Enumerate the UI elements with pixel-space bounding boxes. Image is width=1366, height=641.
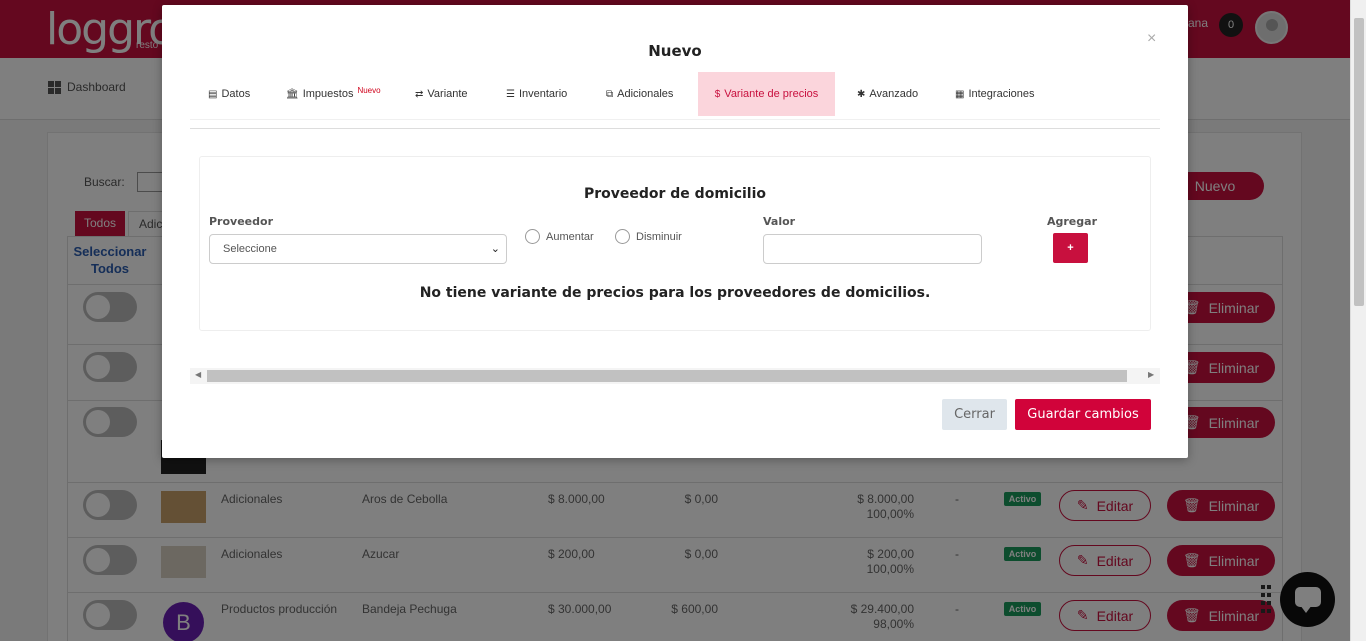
gear-icon: ✱ <box>857 88 866 100</box>
provider-select-value: Seleccione <box>223 243 277 255</box>
modal-tabs: ▤ Datos 🏛 Impuestos Nuevo ⇄ Variante ☰ In… <box>190 72 1160 120</box>
value-label: Valor <box>763 215 796 228</box>
radio-circle[interactable] <box>615 229 630 244</box>
tabs-divider <box>190 128 1160 129</box>
scroll-right-icon[interactable]: ▶ <box>1148 370 1154 379</box>
grid-icon: ▦ <box>955 88 965 100</box>
section-title: Proveedor de domicilio <box>583 186 767 202</box>
scroll-left-icon[interactable]: ◀ <box>195 370 201 379</box>
tab-integraciones[interactable]: ▦ Integraciones <box>939 72 1051 116</box>
radio-circle[interactable] <box>525 229 540 244</box>
new-badge: Nuevo <box>357 85 381 95</box>
tab-variante-de-precios[interactable]: $ Variante de precios <box>698 72 835 116</box>
add-label: Agregar <box>1047 215 1097 228</box>
dollar-icon: $ <box>714 88 721 100</box>
tab-datos[interactable]: ▤ Datos <box>192 72 266 116</box>
add-button[interactable]: + <box>1053 233 1088 263</box>
provider-select[interactable]: Seleccione ⌄ <box>209 234 507 264</box>
horizontal-scrollbar-thumb[interactable] <box>207 370 1127 382</box>
radio-aumentar[interactable]: Aumentar <box>525 229 594 244</box>
exchange-icon: ⇄ <box>415 88 424 100</box>
product-modal: Nuevo × ▤ Datos 🏛 Impuestos Nuevo ⇄ Varia… <box>162 5 1188 458</box>
empty-message: No tiene variante de precios para los pr… <box>419 285 931 301</box>
page-scrollbar[interactable] <box>1350 0 1366 641</box>
delivery-provider-card: Proveedor de domicilio Proveedor Selecci… <box>199 156 1151 331</box>
list-icon: ☰ <box>506 88 515 100</box>
radio-disminuir[interactable]: Disminuir <box>615 229 682 244</box>
tab-avanzado[interactable]: ✱ Avanzado <box>841 72 934 116</box>
tab-impuestos[interactable]: 🏛 Impuestos Nuevo <box>270 72 397 116</box>
close-button[interactable]: Cerrar <box>942 399 1007 430</box>
table-icon: ▤ <box>208 88 218 100</box>
provider-label: Proveedor <box>209 215 273 228</box>
value-input[interactable] <box>763 234 982 264</box>
page-scrollbar-thumb[interactable] <box>1354 18 1364 306</box>
chevron-down-icon: ⌄ <box>490 243 500 255</box>
bank-icon: 🏛 <box>286 88 299 100</box>
horizontal-scrollbar[interactable]: ◀ ▶ <box>190 368 1160 384</box>
copy-icon: ⧉ <box>606 88 614 100</box>
tab-adicionales[interactable]: ⧉ Adicionales <box>590 72 689 116</box>
save-button[interactable]: Guardar cambios <box>1015 399 1151 430</box>
modal-title: Nuevo <box>648 42 702 60</box>
close-icon[interactable]: × <box>1147 30 1156 48</box>
tab-inventario[interactable]: ☰ Inventario <box>490 72 583 116</box>
tab-variante[interactable]: ⇄ Variante <box>399 72 484 116</box>
